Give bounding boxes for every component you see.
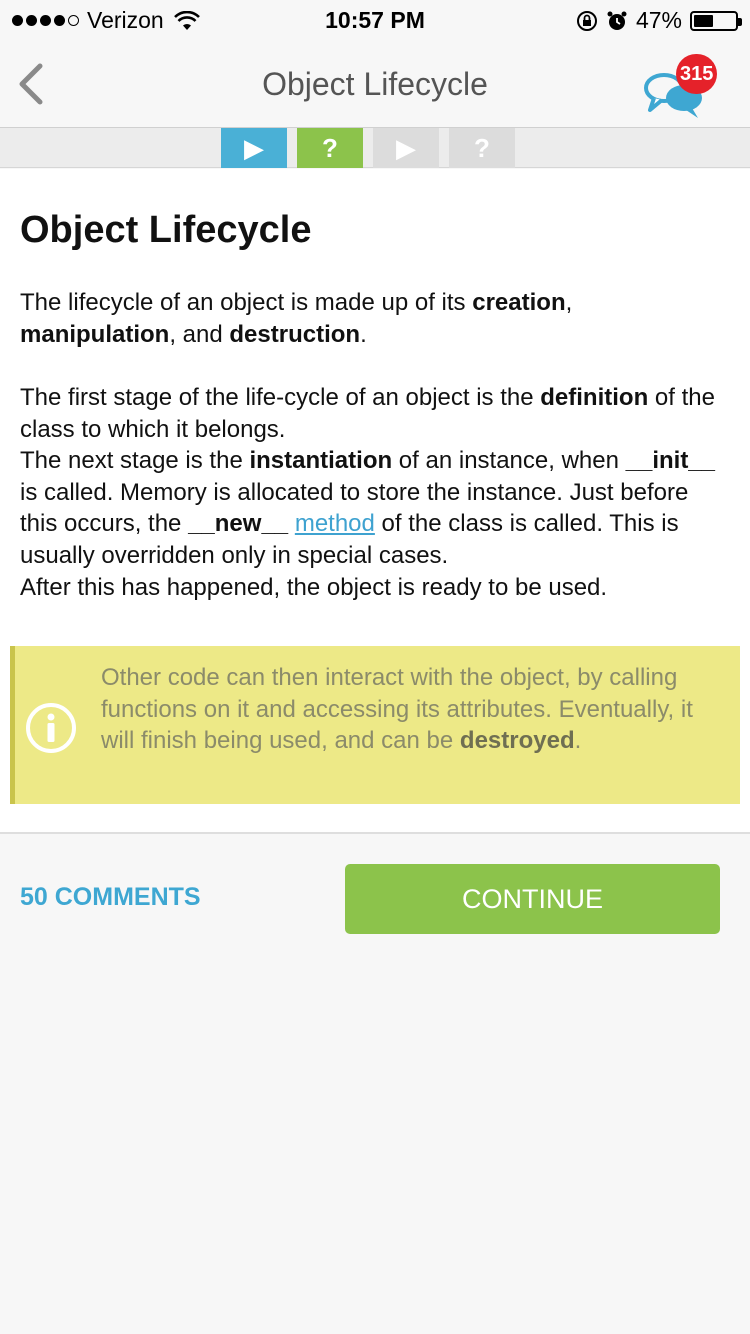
alarm-icon bbox=[607, 11, 627, 30]
step-2-quiz[interactable]: ? bbox=[297, 128, 363, 168]
battery-level bbox=[694, 14, 713, 27]
text: , and bbox=[169, 320, 230, 348]
bold-text: destroyed bbox=[459, 727, 575, 755]
comments-button[interactable]: 50 COMMENTS bbox=[20, 883, 201, 912]
question-icon: ? bbox=[474, 132, 490, 163]
step-3-lesson[interactable]: ▶ bbox=[373, 128, 439, 168]
continue-button[interactable]: CONTINUE bbox=[345, 864, 720, 934]
text: The first stage of the life-cycle of an … bbox=[20, 384, 541, 411]
text: , bbox=[565, 289, 573, 316]
body-paragraph: The first stage of the life-cycle of an … bbox=[20, 382, 720, 603]
page-title: Object Lifecycle bbox=[262, 66, 488, 102]
text: of an instance, when bbox=[392, 447, 626, 475]
text: After this has happened, the object is r… bbox=[20, 573, 608, 601]
battery-icon bbox=[690, 10, 742, 31]
notification-badge: 315 bbox=[676, 54, 718, 94]
text: The next stage is the bbox=[20, 447, 250, 475]
bold-text: __new__ bbox=[188, 510, 289, 538]
status-right: 47% bbox=[576, 7, 742, 34]
play-icon: ▶ bbox=[396, 132, 416, 163]
step-1-lesson[interactable]: ▶ bbox=[221, 128, 287, 168]
question-icon: ? bbox=[322, 132, 338, 163]
bold-text: definition bbox=[540, 384, 649, 411]
info-text: Other code can then interact with the ob… bbox=[101, 662, 731, 757]
bold-text: manipulation bbox=[20, 320, 170, 348]
step-4-quiz[interactable]: ? bbox=[449, 128, 515, 168]
info-callout: Other code can then interact with the ob… bbox=[10, 646, 740, 804]
lesson-content: Object Lifecycle The lifecycle of an obj… bbox=[0, 169, 750, 834]
intro-paragraph: The lifecycle of an object is made up of… bbox=[20, 287, 720, 350]
text: . bbox=[360, 320, 367, 348]
text: The lifecycle of an object is made up of… bbox=[20, 289, 473, 316]
lesson-title: Object Lifecycle bbox=[20, 209, 312, 251]
bold-text: creation bbox=[472, 289, 566, 316]
orientation-lock-icon bbox=[576, 10, 597, 31]
bold-text: instantiation bbox=[249, 447, 393, 475]
battery-percent: 47% bbox=[635, 7, 682, 33]
lesson-progress: ▶ ? ▶ ? bbox=[0, 128, 750, 168]
info-icon bbox=[26, 703, 76, 753]
status-bar: Verizon 10:57 PM 47% bbox=[0, 0, 750, 40]
method-link[interactable]: method bbox=[295, 510, 375, 537]
text bbox=[288, 510, 295, 537]
text: . bbox=[574, 727, 582, 755]
bold-text: destruction bbox=[229, 320, 361, 348]
play-icon: ▶ bbox=[244, 132, 264, 163]
discussion-button[interactable]: 315 bbox=[640, 54, 720, 124]
nav-bar: Object Lifecycle 315 bbox=[0, 40, 750, 128]
bold-text: __init__ bbox=[625, 447, 716, 475]
text: Other code can then interact with the ob… bbox=[101, 664, 693, 755]
